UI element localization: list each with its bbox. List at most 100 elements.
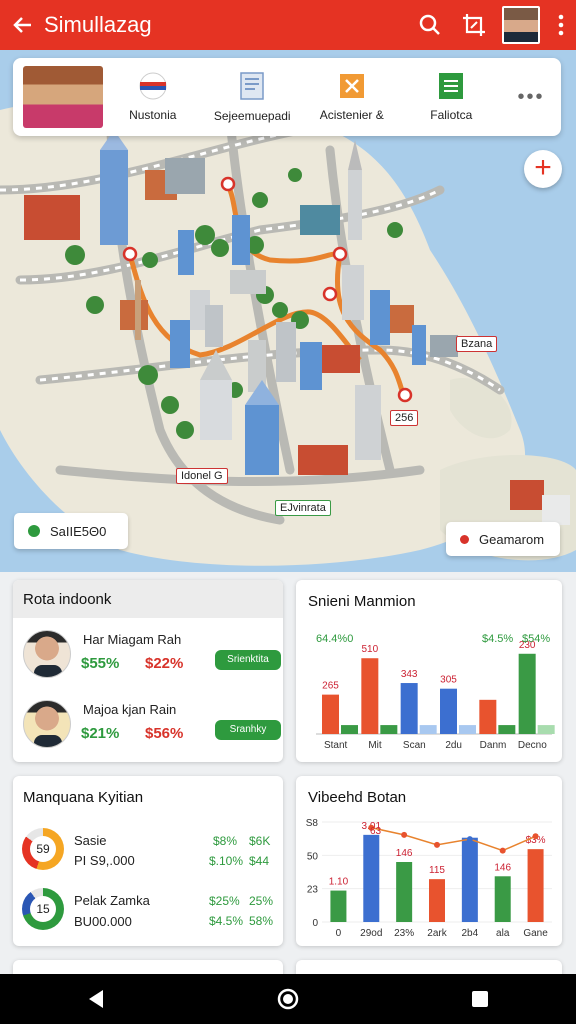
chart-bar [396, 862, 413, 922]
chart-bar [494, 876, 511, 922]
ring-value: 15 [30, 896, 56, 922]
value-green: $55% [81, 655, 120, 672]
combo-chart: S8502301.1003.0129od14623%1152ark2b4146a… [306, 818, 552, 939]
status-dot [28, 525, 40, 537]
progress-ring: 15 [22, 888, 64, 930]
chart-bar [537, 725, 555, 734]
line-point [434, 841, 440, 848]
data-label: 265 [322, 681, 339, 692]
card-vibeehd-botan[interactable]: Vibeehd Botan S8502301.1003.0129od14623%… [296, 776, 562, 946]
line-point [401, 831, 408, 838]
add-button[interactable]: + [524, 150, 562, 188]
map-label-ejvinrata[interactable]: EJvinrata [275, 500, 331, 516]
status-badge[interactable]: Sranhky [215, 720, 281, 740]
top-label: 64.4%0 [316, 633, 353, 645]
row-value: $44 [249, 854, 270, 868]
row-value: 58% [249, 914, 274, 928]
nav-home-icon[interactable] [268, 979, 308, 1019]
x-tick-label: 2ark [427, 928, 447, 939]
chart-bar [322, 694, 339, 734]
data-label: 343 [401, 669, 418, 680]
flag-icon [139, 72, 167, 100]
top-label: $4.5% [482, 633, 513, 645]
system-nav-bar [0, 974, 576, 1024]
list-item[interactable]: Har Miagam Rah $55% $22% Srienktita [23, 630, 283, 690]
x-tick-label: 2b4 [462, 928, 479, 939]
data-label: 305 [440, 675, 457, 686]
chart-bar [461, 837, 478, 922]
list-icon [439, 73, 464, 99]
x-tick-label: Stant [324, 740, 348, 751]
x-tick-label: 0 [336, 928, 342, 939]
chart-bar [330, 890, 347, 922]
card-manquana-kyitian[interactable]: Manquana Kyitian 59 Sasie PI S9,.000 $8%… [13, 776, 283, 946]
more-horiz-icon[interactable]: ••• [501, 86, 561, 109]
person-name: Majoa kjan Rain [83, 702, 177, 717]
chart-bar [459, 725, 476, 734]
bar-chart: 265Stant510Mit343Scan3052du Danm230Decno6… [316, 633, 555, 751]
row-value: $25% [209, 894, 240, 908]
data-label: 63 [370, 826, 382, 837]
row-title: Sasie [74, 833, 107, 848]
x-tick-label: Danm [480, 740, 507, 751]
x-tick-label: Decno [518, 740, 547, 751]
app-bar: Simullazag [0, 0, 576, 50]
row-value: $6K [249, 834, 271, 848]
map-label-bzana[interactable]: Bzana [456, 336, 498, 352]
chart-bar [429, 879, 445, 922]
strip-item-label: Nustonia [129, 108, 177, 122]
strip-item-sejeemuepadi[interactable]: Sejeemuepadi [203, 58, 303, 136]
map-label-256[interactable]: 256 [390, 410, 419, 426]
chart-bar [518, 653, 536, 734]
data-label: 510 [361, 644, 378, 655]
nav-back-icon[interactable] [76, 979, 116, 1019]
chart-bar [363, 834, 380, 922]
card-title: Rota indoonk [23, 590, 112, 608]
document-icon [240, 72, 264, 100]
card-snieni-manmion[interactable]: Snieni Manmion 265 Stant 510 Mit 343 Scan 305 2… [296, 580, 562, 762]
quick-access-strip: Nustonia Sejeemuepadi Acistenier & Falio… [13, 58, 561, 136]
x-tick-label: 23% [394, 928, 414, 939]
search-icon[interactable] [408, 0, 452, 50]
x-tick-label: 2du [445, 740, 462, 751]
avatar [23, 630, 71, 678]
chart-bar [419, 725, 437, 734]
strip-item-nustonia[interactable]: Nustonia [103, 58, 203, 136]
y-tick-label: S8 [306, 818, 319, 829]
user-avatar[interactable] [502, 6, 540, 44]
back-arrow-icon[interactable] [0, 0, 44, 50]
line-point [532, 833, 539, 840]
row-value: $4.5% [209, 914, 244, 928]
nav-recents-icon[interactable] [460, 979, 500, 1019]
data-label: 1.10 [329, 877, 349, 888]
more-vert-icon[interactable] [546, 0, 576, 50]
value-red: $56% [145, 725, 184, 742]
status-badge[interactable]: Srienktita [215, 650, 281, 670]
avatar [23, 700, 71, 748]
card-title: Manquana Kyitian [23, 789, 144, 806]
row-value: $8% [213, 834, 238, 848]
map-label-idonel[interactable]: Idonel G [176, 468, 228, 484]
map-chip-right[interactable]: Geamarom [446, 522, 560, 556]
x-tick-label: 29od [360, 928, 382, 939]
strip-item-acistenier[interactable]: Acistenier & [302, 58, 402, 136]
row-value: $.10% [209, 854, 244, 868]
app-title: Simullazag [44, 12, 152, 37]
data-label: 115 [429, 865, 445, 876]
location-photo[interactable] [23, 66, 103, 128]
strip-item-faliotca[interactable]: Faliotca [402, 58, 502, 136]
x-tick-label: ala [496, 928, 510, 939]
y-tick-label: 0 [312, 918, 318, 929]
y-tick-label: 23 [307, 885, 319, 896]
crop-icon[interactable] [452, 0, 496, 50]
chart-bar [440, 688, 457, 734]
x-tick-label: Gane [523, 928, 548, 939]
row-subtitle: BU00.000 [74, 914, 132, 929]
data-label: 146 [494, 862, 511, 873]
map-chip-left[interactable]: SaIIE5Θ0 [14, 513, 128, 549]
list-item[interactable]: Majoa kjan Rain $21% $56% Sranhky [23, 700, 283, 760]
chart-bar [380, 725, 398, 734]
card-rota-indoonk[interactable]: Rota indoonk Har Miagam Rah $55% $22% Sr… [13, 580, 283, 762]
chart-bar [498, 725, 516, 734]
progress-ring: 59 [22, 828, 64, 870]
